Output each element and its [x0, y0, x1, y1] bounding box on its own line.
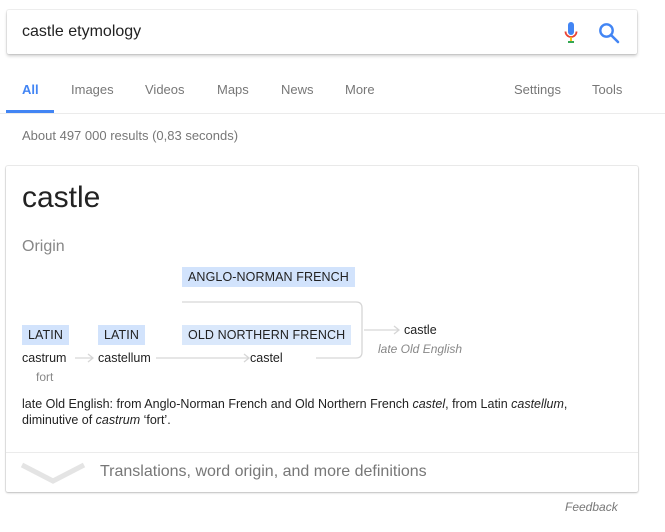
tab-videos[interactable]: Videos: [145, 82, 185, 97]
tab-tools[interactable]: Tools: [592, 82, 622, 97]
dictionary-card: castle Origin ANGLO-NORMAN FRENCH LATIN …: [6, 166, 638, 492]
etymology-definition: late Old English: from Anglo-Norman Fren…: [22, 396, 612, 428]
tab-more[interactable]: More: [345, 82, 375, 97]
etymon-castellum: castellum: [98, 351, 151, 365]
definition-italic-castel: castel: [412, 397, 446, 411]
tab-news[interactable]: News: [281, 82, 314, 97]
search-box[interactable]: castle etymology: [7, 10, 637, 54]
lang-tag-latin: LATIN: [22, 325, 69, 345]
tab-maps[interactable]: Maps: [217, 82, 249, 97]
definition-italic-castellum: castellum: [511, 397, 564, 411]
more-definitions-label: Translations, word origin, and more defi…: [100, 463, 427, 480]
search-tabs: All Images Videos Maps News More Setting…: [0, 56, 665, 114]
definition-text: diminutive of: [22, 413, 96, 427]
search-input[interactable]: castle etymology: [22, 23, 141, 41]
more-definitions-expander[interactable]: Translations, word origin, and more defi…: [6, 453, 638, 492]
lang-tag-anglo-norman-french: ANGLO-NORMAN FRENCH: [182, 267, 355, 287]
lang-tag-old-northern-french: OLD NORTHERN FRENCH: [182, 325, 352, 345]
definition-text: ‘fort’.: [140, 413, 171, 427]
tab-images[interactable]: Images: [71, 82, 114, 97]
result-stats: About 497 000 results (0,83 seconds): [22, 128, 239, 143]
etymon-castrum: castrum: [22, 351, 67, 365]
search-icon[interactable]: [598, 22, 620, 44]
definition-text: ,: [563, 397, 568, 411]
chevron-down-icon: [20, 462, 86, 484]
gloss-late-old-english: late Old English: [378, 342, 463, 356]
tab-settings[interactable]: Settings: [514, 82, 561, 97]
definition-text: late Old English: from Anglo-Norman Fren…: [22, 397, 413, 411]
gloss-fort: fort: [36, 370, 54, 384]
etymon-castel: castel: [250, 351, 283, 365]
tab-all[interactable]: All: [22, 82, 39, 97]
lang-tag-latin: LATIN: [98, 325, 145, 345]
active-tab-indicator: [6, 110, 54, 113]
definition-text: , from Latin: [445, 397, 512, 411]
microphone-icon[interactable]: [563, 21, 579, 45]
feedback-link[interactable]: Feedback: [565, 500, 618, 514]
etymon-castle: castle: [404, 323, 437, 337]
definition-italic-castrum: castrum: [95, 413, 141, 427]
